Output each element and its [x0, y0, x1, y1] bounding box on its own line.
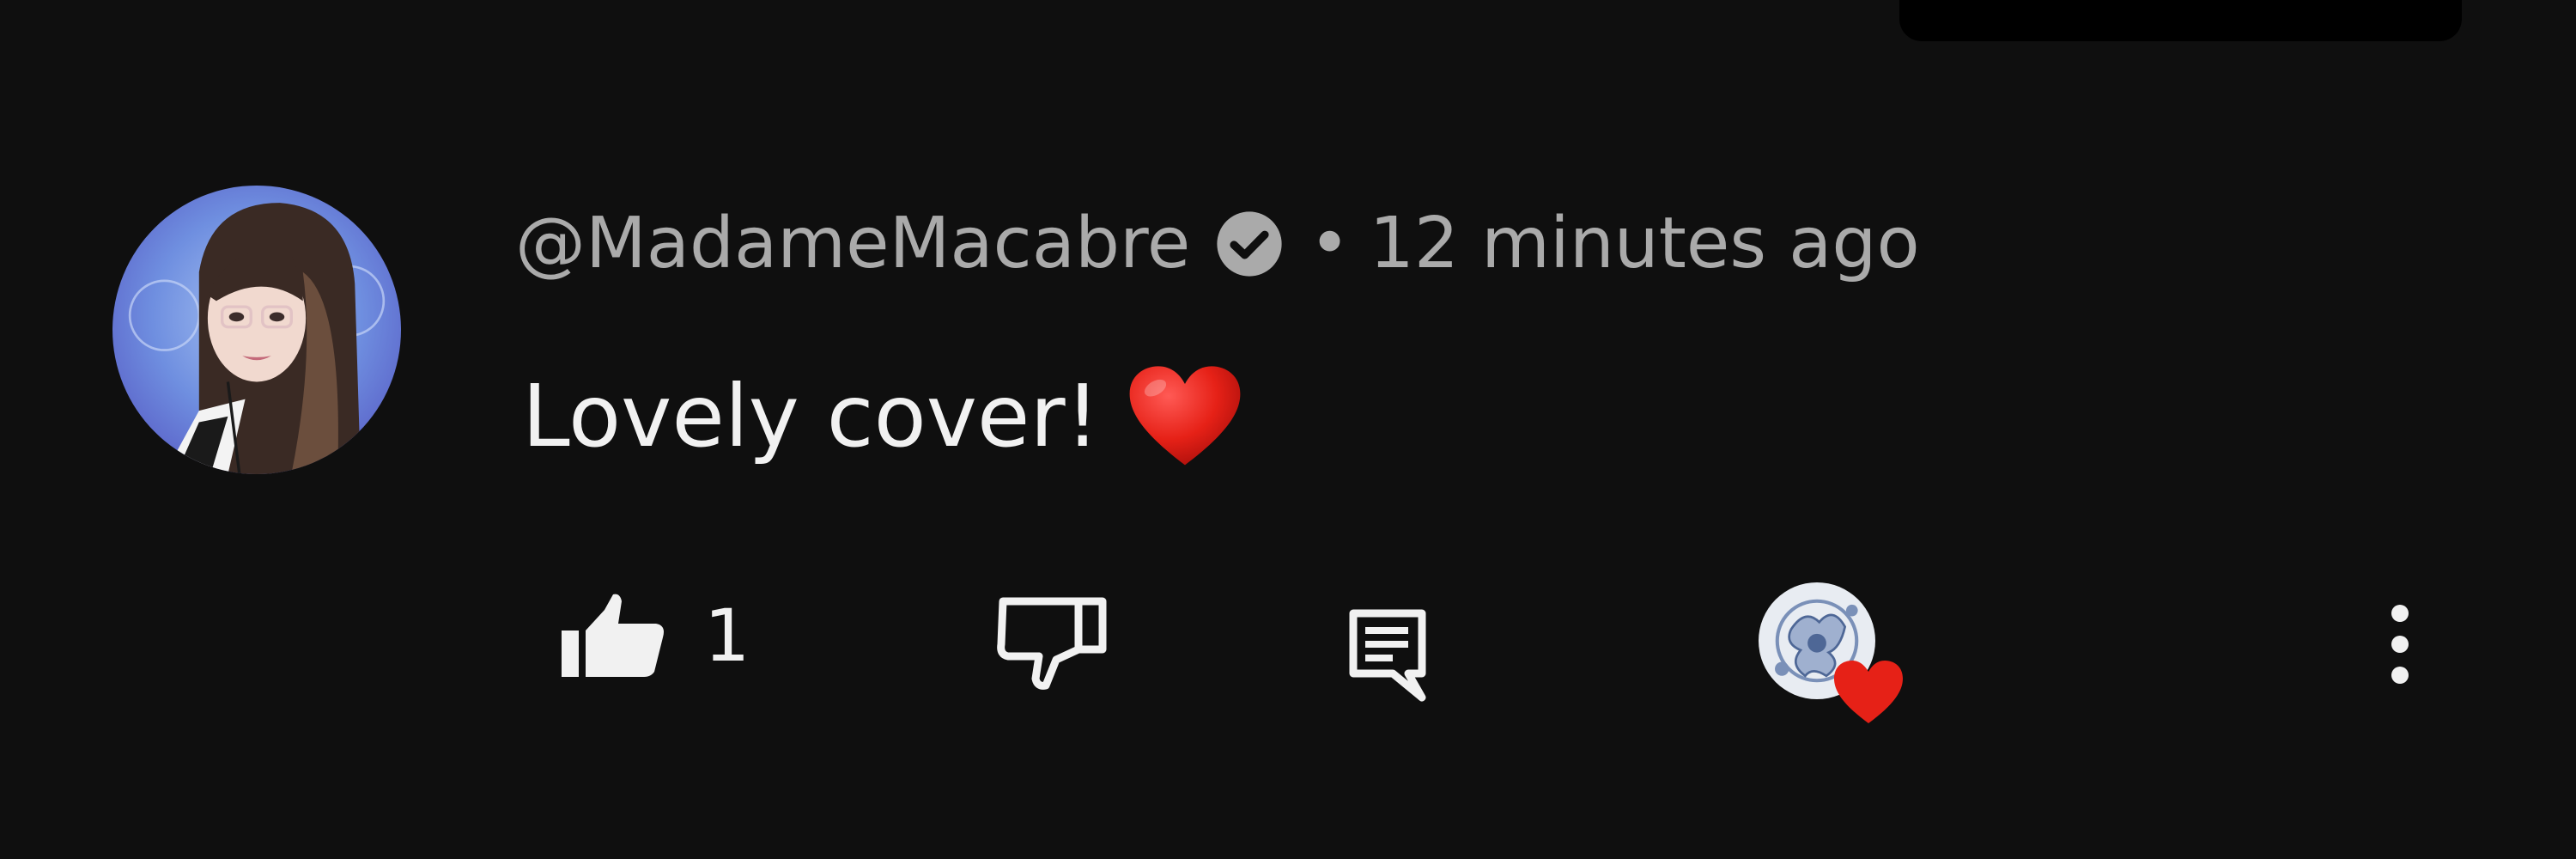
commenter-avatar[interactable]	[112, 186, 401, 474]
comment-text: Lovely cover!	[522, 366, 1100, 466]
avatar-image	[112, 186, 401, 474]
creator-heart-icon	[1831, 658, 1906, 727]
reply-button[interactable]	[1348, 608, 1427, 703]
thumbs-up-icon	[560, 593, 666, 679]
like-button[interactable]: 1	[560, 593, 750, 679]
comment-header: @MadameMacabre • 12 minutes ago	[515, 204, 1920, 283]
verified-check-icon	[1212, 207, 1286, 281]
creator-heart-badge	[1759, 582, 1913, 730]
more-options-button[interactable]	[2374, 593, 2426, 696]
dislike-button[interactable]	[996, 593, 1107, 692]
separator-dot: •	[1309, 203, 1351, 284]
reply-comment-icon	[1348, 609, 1427, 706]
commenter-handle[interactable]: @MadameMacabre	[515, 204, 1190, 283]
thumbs-down-icon	[996, 597, 1107, 696]
like-count: 1	[704, 594, 750, 678]
red-heart-emoji	[1126, 361, 1244, 472]
comment-body: Lovely cover!	[522, 361, 1244, 472]
comment-action-bar: 1	[0, 567, 2576, 723]
more-vertical-icon	[2374, 605, 2426, 699]
comment-timestamp[interactable]: 12 minutes ago	[1370, 204, 1920, 283]
cut-off-panel	[1899, 0, 2462, 41]
